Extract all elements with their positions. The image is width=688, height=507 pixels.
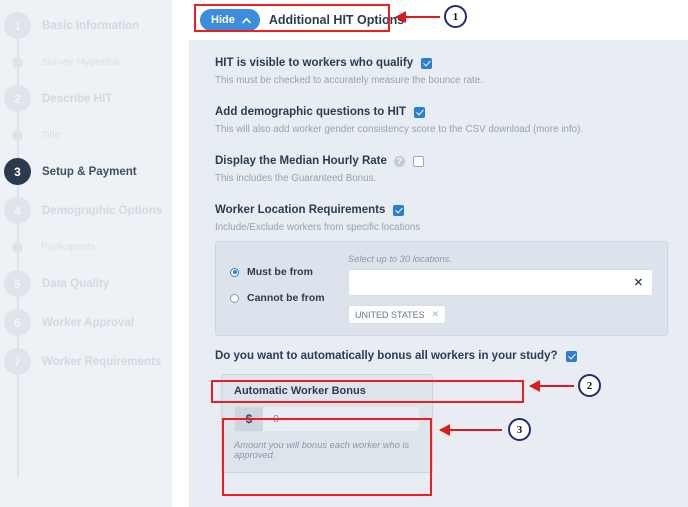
sidebar-item-label: Basic Information [42,19,140,32]
option-median-hourly-rate: Display the Median Hourly Rate ? This in… [215,155,668,184]
step-number-badge: 3 [4,158,31,185]
radio-label: Cannot be from [247,292,325,304]
x-icon[interactable]: ✕ [432,309,440,320]
sidebar-item-basic-information[interactable]: 1 Basic Information [0,6,172,45]
question-mark-icon[interactable]: ? [393,155,405,167]
substep-dot-icon [12,241,23,253]
sidebar-subitem-label: Title [41,129,61,141]
sidebar-item-worker-requirements[interactable]: 7 Worker Requirements [0,342,172,381]
automatic-worker-bonus-card: Automatic Worker Bonus $ 0 Amount you wi… [221,374,433,473]
location-search-input[interactable]: ✕ [348,269,653,296]
auto-bonus-checkbox[interactable] [565,350,577,362]
option-label: Display the Median Hourly Rate [215,155,387,167]
sidebar-item-worker-approval[interactable]: 6 Worker Approval [0,303,172,342]
option-label: Add demographic questions to HIT [215,106,407,118]
layout-gutter [172,0,189,507]
sidebar-item-setup-and-payment[interactable]: 3 Setup & Payment [0,152,172,191]
substep-dot-icon [12,129,23,141]
sidebar-item-label: Worker Requirements [42,355,162,368]
sidebar-subitem-label: Survey Hyperlink [41,56,121,68]
currency-dollar-icon: $ [235,407,263,431]
progress-sidebar: 1 Basic Information Survey Hyperlink 2 D… [0,0,172,507]
annotation-arrow-1 [395,11,440,23]
sidebar-item-label: Setup & Payment [42,165,137,178]
auto-bonus-question-label: Do you want to automatically bonus all w… [215,350,558,362]
sidebar-item-data-quality[interactable]: 5 Data Quality [0,264,172,303]
sidebar-item-label: Demographic Options [42,204,163,217]
median-hourly-rate-checkbox[interactable] [412,155,424,167]
annotation-arrow-2 [529,380,574,392]
step-number-badge: 7 [4,348,31,375]
bonus-amount-note: Amount you will bonus each worker who is… [234,440,410,460]
additional-hit-options-body: HIT is visible to workers who qualify Th… [189,40,688,507]
x-icon[interactable]: ✕ [634,276,643,289]
radio-label: Must be from [247,266,313,278]
sidebar-item-title[interactable]: Title [0,118,172,152]
option-demographic-questions: Add demographic questions to HIT This wi… [215,106,668,135]
option-description: Include/Exclude workers from specific lo… [215,222,421,233]
annotation-arrow-3 [439,424,502,436]
radio-must-be-from[interactable]: Must be from [230,266,348,278]
location-mode-radios: Must be from Cannot be from [230,254,348,321]
step-number-badge: 5 [4,270,31,297]
automatic-worker-bonus-title: Automatic Worker Bonus [234,385,366,397]
demographic-questions-checkbox[interactable] [414,106,426,118]
step-number-badge: 1 [4,12,31,39]
option-description: This must be checked to accurately measu… [215,75,483,86]
hide-button-label: Hide [211,14,235,26]
additional-hit-options-header: Hide Additional HIT Options [189,0,688,40]
location-tag-united-states: UNITED STATES ✕ [348,305,447,324]
option-worker-location: Worker Location Requirements Include/Exc… [215,204,668,233]
location-tag-label: UNITED STATES [355,309,425,320]
sidebar-item-participants[interactable]: Participants [0,230,172,264]
step-number-badge: 2 [4,85,31,112]
option-description: This will also add worker gender consist… [215,124,584,135]
hide-button[interactable]: Hide [200,9,260,31]
hit-visible-checkbox[interactable] [421,57,433,69]
sidebar-item-label: Describe HIT [42,92,113,105]
option-label: HIT is visible to workers who qualify [215,57,414,69]
bonus-amount-field[interactable]: $ 0 [234,406,420,432]
location-selector: Select up to 30 locations. ✕ UNITED STAT… [348,254,653,324]
radio-icon [230,267,239,277]
sidebar-item-label: Data Quality [42,277,110,290]
option-hit-visible: HIT is visible to workers who qualify Th… [215,57,668,86]
bonus-amount-value[interactable]: 0 [263,407,419,431]
chevron-up-icon [242,17,251,24]
radio-icon [230,293,239,303]
step-number-badge: 6 [4,309,31,336]
option-description: This includes the Guaranteed Bonus. [215,173,377,184]
sidebar-item-survey-hyperlink[interactable]: Survey Hyperlink [0,45,172,79]
radio-cannot-be-from[interactable]: Cannot be from [230,292,348,304]
auto-bonus-question-row: Do you want to automatically bonus all w… [215,350,668,362]
location-hint: Select up to 30 locations. [348,254,452,264]
page-title: Additional HIT Options [268,13,405,27]
location-requirements-panel: Must be from Cannot be from Select up to… [215,241,668,336]
annotation-marker-2: 2 [578,374,601,397]
worker-location-checkbox[interactable] [393,204,405,216]
step-number-badge: 4 [4,197,31,224]
sidebar-subitem-label: Participants [41,241,96,253]
annotation-marker-3: 3 [508,418,531,441]
app-root: 1 Basic Information Survey Hyperlink 2 D… [0,0,688,507]
sidebar-item-describe-hit[interactable]: 2 Describe HIT [0,79,172,118]
sidebar-item-demographic-options[interactable]: 4 Demographic Options [0,191,172,230]
substep-dot-icon [12,56,23,68]
sidebar-item-label: Worker Approval [42,316,135,329]
option-label: Worker Location Requirements [215,204,386,216]
annotation-marker-1: 1 [444,5,467,28]
